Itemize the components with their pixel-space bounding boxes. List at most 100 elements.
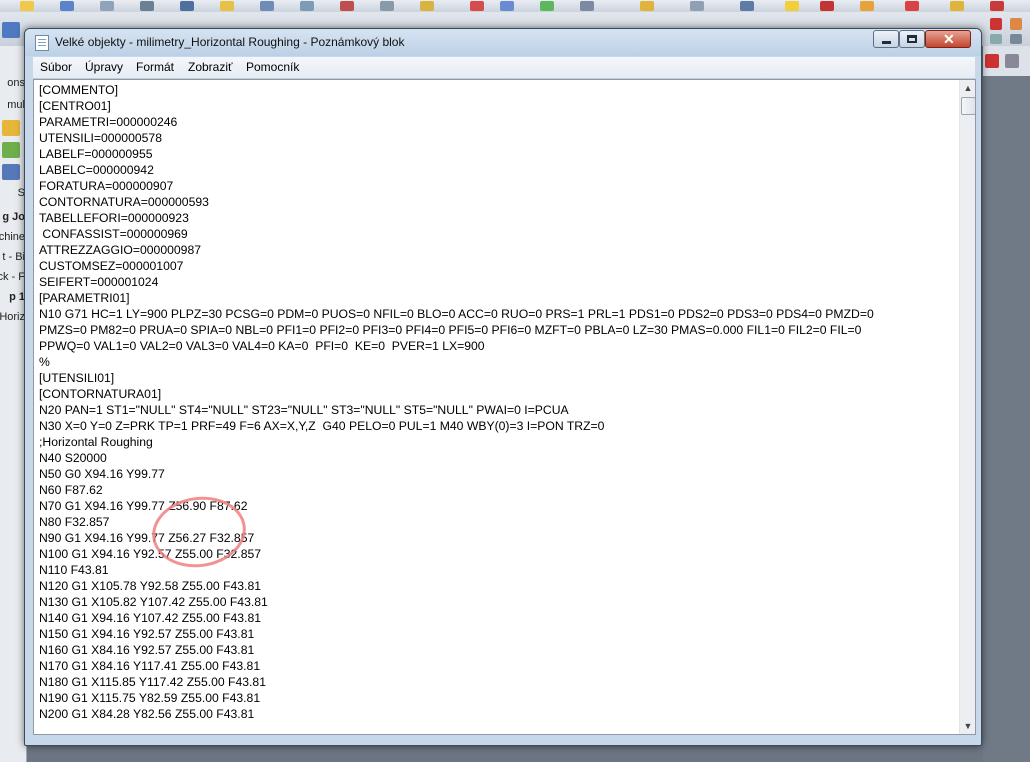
toolbar-icon[interactable] [470,1,484,11]
maximize-button[interactable] [899,30,925,48]
text-line[interactable]: N100 G1 X94.16 Y92.57 Z55.00 F32.857 [39,547,261,561]
scroll-up-icon[interactable]: ▲ [960,80,975,96]
text-line[interactable]: N10 G71 HC=1 LY=900 PLPZ=30 PCSG=0 PDM=0… [39,307,874,321]
left-panel-label: Horiz [0,311,25,323]
toolbar-icon[interactable] [20,1,34,11]
editor-text[interactable]: [COMMENTO] [CENTRO01] PARAMETRI=00000024… [39,82,954,722]
maximize-icon [907,35,917,43]
minimize-button[interactable] [873,30,899,48]
text-line[interactable]: % [39,355,50,369]
notepad-window: Velké objekty - milimetry_Horizontal Rou… [24,28,982,746]
text-line[interactable]: CONTORNATURA=000000593 [39,195,209,209]
text-line[interactable]: PMZS=0 PM82=0 PRUA=0 SPIA=0 NBL=0 PFI1=0… [39,323,861,337]
text-editor[interactable]: [COMMENTO] [CENTRO01] PARAMETRI=00000024… [33,79,976,735]
window-title: Velké objekty - milimetry_Horizontal Rou… [55,35,405,49]
close-icon: ✕ [943,31,955,47]
text-line[interactable]: N40 S20000 [39,451,107,465]
toolbar-icon[interactable] [985,54,999,68]
toolbar-icon[interactable] [860,1,874,11]
text-line[interactable]: N20 PAN=1 ST1="NULL" ST4="NULL" ST23="NU… [39,403,569,417]
text-line[interactable]: N170 G1 X84.16 Y117.41 Z55.00 F43.81 [39,659,260,673]
toolbar-icon[interactable] [340,1,354,11]
toolbar-icon[interactable] [1010,18,1022,30]
notepad-icon[interactable] [35,35,49,51]
minimize-icon [882,41,891,44]
text-line[interactable]: N70 G1 X94.16 Y99.77 Z56.90 F87.62 [39,499,247,513]
text-line[interactable]: N150 G1 X94.16 Y92.57 Z55.00 F43.81 [39,627,254,641]
text-line[interactable]: LABELC=000000942 [39,163,154,177]
toolbar-icon[interactable] [260,1,274,11]
toolbar-icon[interactable] [1010,34,1022,44]
text-line[interactable]: N110 F43.81 [39,563,109,577]
text-line[interactable]: PARAMETRI=000000246 [39,115,177,129]
vertical-scrollbar[interactable]: ▲ ▼ [959,80,975,734]
toolbar-icon[interactable] [420,1,434,11]
text-line[interactable]: [UTENSILI01] [39,371,114,385]
toolbar-icon[interactable] [640,1,654,11]
left-panel-label: ck - F [0,271,25,283]
text-line[interactable]: LABELF=000000955 [39,147,153,161]
cube-icon[interactable] [2,142,20,158]
background-right-panel [983,46,1030,762]
title-bar[interactable]: Velké objekty - milimetry_Horizontal Rou… [25,29,981,56]
text-line[interactable]: CONFASSIST=000000969 [39,227,187,241]
text-line[interactable]: N200 G1 X84.28 Y82.56 Z55.00 F43.81 [39,707,254,721]
text-line[interactable]: N50 G0 X94.16 Y99.77 [39,467,165,481]
toolbar-icon[interactable] [140,1,154,11]
menu-file[interactable]: Súbor [40,60,72,74]
toolbar-icon[interactable] [905,1,919,11]
text-line[interactable]: [CONTORNATURA01] [39,387,161,401]
menu-format[interactable]: Formát [136,60,174,74]
text-line[interactable]: N130 G1 X105.82 Y107.42 Z55.00 F43.81 [39,595,268,609]
menu-view[interactable]: Zobraziť [188,60,233,74]
text-line[interactable]: N30 X=0 Y=0 Z=PRK TP=1 PRF=49 F=6 AX=X,Y… [39,419,604,433]
text-line[interactable]: ;Horizontal Roughing [39,435,153,449]
toolbar-icon[interactable] [540,1,554,11]
text-line[interactable]: ATTREZZAGGIO=000000987 [39,243,201,257]
left-panel-label: ons [7,77,25,89]
toolbar-icon[interactable] [990,1,1004,11]
text-line[interactable]: N160 G1 X84.16 Y92.57 Z55.00 F43.81 [39,643,254,657]
text-line[interactable]: N90 G1 X94.16 Y99.77 Z56.27 F32.857 [39,531,254,545]
menu-help[interactable]: Pomocník [246,60,299,74]
text-line[interactable]: PPWQ=0 VAL1=0 VAL2=0 VAL3=0 VAL4=0 KA=0 … [39,339,485,353]
toolbar-icon[interactable] [1005,54,1019,68]
text-line[interactable]: UTENSILI=000000578 [39,131,162,145]
text-line[interactable]: N190 G1 X115.75 Y82.59 Z55.00 F43.81 [39,691,260,705]
text-line[interactable]: N120 G1 X105.78 Y92.58 Z55.00 F43.81 [39,579,261,593]
toolbar-icon[interactable] [100,1,114,11]
toolbar-icon[interactable] [785,1,799,11]
text-line[interactable]: [CENTRO01] [39,99,111,113]
toolbar-icon[interactable] [500,1,514,11]
toolbar-icon[interactable] [580,1,594,11]
menu-bar: Súbor Úpravy Formát Zobraziť Pomocník [33,57,975,79]
toolbar-icon[interactable] [690,1,704,11]
toolbar-icon[interactable] [300,1,314,11]
list-icon[interactable] [2,164,20,180]
text-line[interactable]: N140 G1 X94.16 Y107.42 Z55.00 F43.81 [39,611,261,625]
toolbar-icon[interactable] [220,1,234,11]
menu-edit[interactable]: Úpravy [85,60,123,74]
toolbar-icon[interactable] [2,22,20,38]
text-line[interactable]: [PARAMETRI01] [39,291,130,305]
text-line[interactable]: N60 F87.62 [39,483,103,497]
scroll-down-icon[interactable]: ▼ [960,718,975,734]
text-line[interactable]: SEIFERT=000001024 [39,275,158,289]
text-line[interactable]: CUSTOMSEZ=000001007 [39,259,183,273]
toolbar-icon[interactable] [740,1,754,11]
toolbar-icon[interactable] [380,1,394,11]
text-line[interactable]: N80 F32.857 [39,515,109,529]
toolbar-icon[interactable] [990,18,1002,30]
close-button[interactable]: ✕ [925,30,971,48]
text-line[interactable]: N180 G1 X115.85 Y117.42 Z55.00 F43.81 [39,675,266,689]
scroll-thumb[interactable] [961,97,975,115]
toolbar-icon[interactable] [990,34,1002,44]
text-line[interactable]: TABELLEFORI=000000923 [39,211,189,225]
toolbar-icon[interactable] [820,1,834,11]
toolbar-icon[interactable] [950,1,964,11]
toolbar-icon[interactable] [180,1,194,11]
toolbar-icon[interactable] [60,1,74,11]
text-line[interactable]: FORATURA=000000907 [39,179,173,193]
text-line[interactable]: [COMMENTO] [39,83,118,97]
cube-icon[interactable] [2,120,20,136]
